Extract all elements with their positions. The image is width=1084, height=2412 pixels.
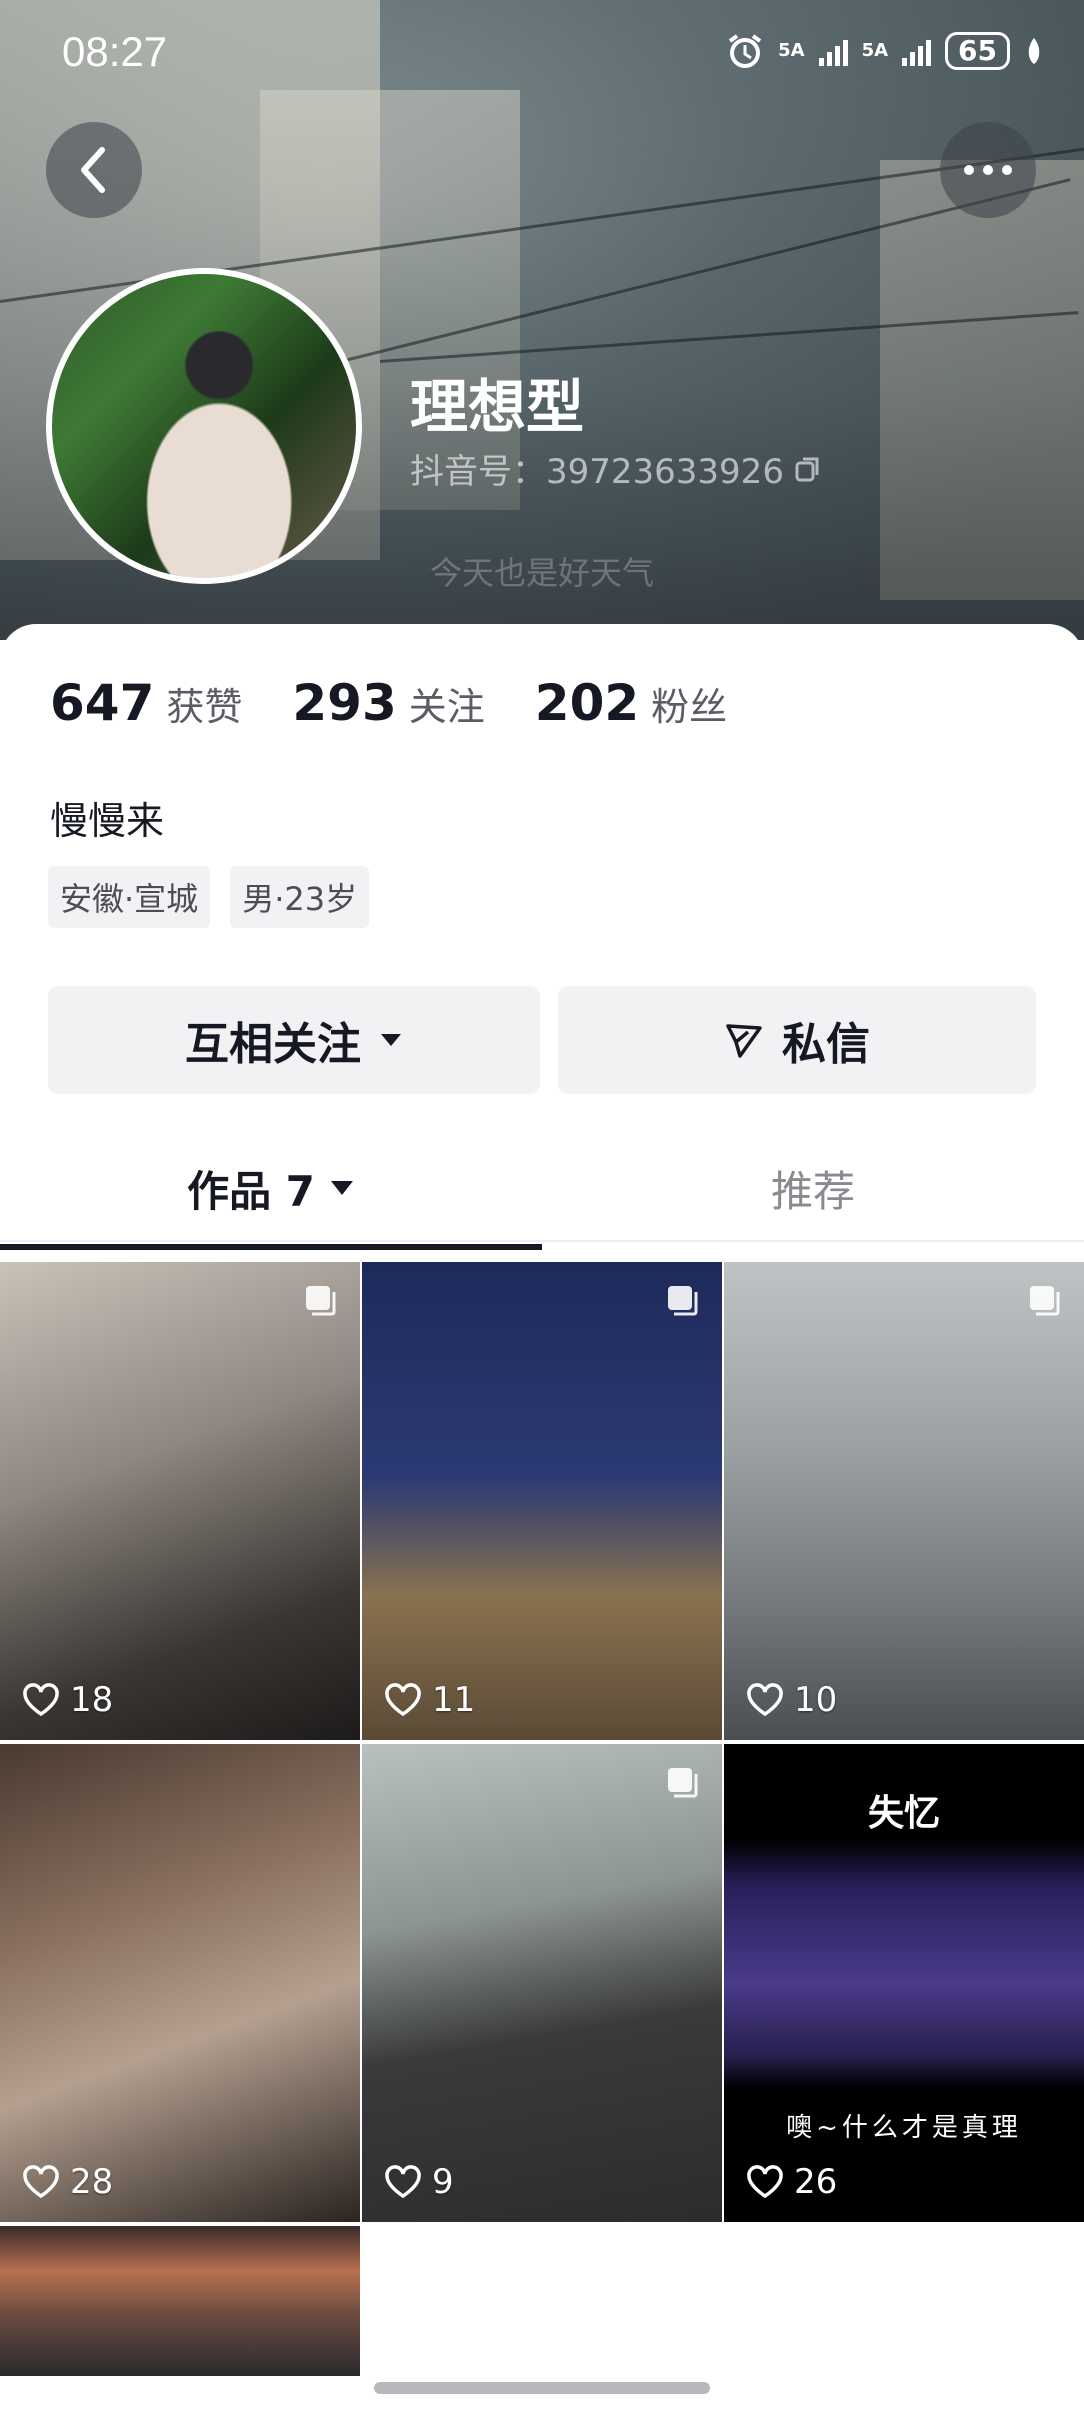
copy-icon[interactable] [794,455,822,483]
tab-works[interactable]: 作品 7 [0,1136,542,1240]
video-item[interactable]: 失忆 噢~什么才是真理 26 [724,1744,1084,2222]
multi-image-icon [1028,1284,1062,1318]
profile-tags: 安徽·宣城 男·23岁 [48,866,370,928]
send-icon [726,1024,762,1058]
like-count: 9 [384,2162,454,2202]
tab-recommend-label: 推荐 [770,1166,855,1216]
multi-image-icon [666,1284,700,1318]
stats-row: 647 获赞 293 关注 202 粉丝 [50,674,727,732]
leaf-icon [1028,38,1040,64]
heart-icon [23,1683,59,1717]
status-icons: 5A 5A 65 [726,32,1044,70]
action-buttons: 互相关注 私信 [48,986,1036,1094]
video-item[interactable] [0,2226,360,2376]
bio: 慢慢来 [50,799,165,843]
message-button-label: 私信 [782,1019,870,1070]
avatar[interactable] [46,268,362,584]
douyin-id-text: 抖音号：39723633926 [410,452,784,492]
profile-name: 理想型 [410,373,585,441]
battery-level: 65 [945,32,1010,70]
tab-recommend[interactable]: 推荐 [542,1136,1084,1240]
stat-likes[interactable]: 647 获赞 [50,674,242,732]
caret-down-icon [381,1034,401,1046]
status-time: 08:27 [62,28,168,75]
video-caption: 噢~什么才是真理 [786,2113,1022,2143]
stat-following[interactable]: 293 关注 [292,674,484,732]
alarm-icon [728,34,762,68]
status-bar: 08:27 5A 5A 65 [62,28,1044,84]
like-count: 10 [746,1680,837,1720]
video-title: 失忆 [867,1793,940,1834]
heart-icon [385,1683,421,1717]
profile-card: 647 获赞 293 关注 202 粉丝 慢慢来 安徽·宣城 男·23岁 互相关注 私… [0,624,1084,2412]
background-text: 今天也是好天气 [429,554,654,592]
content-tabs: 作品 7 推荐 [0,1136,1084,1242]
video-item[interactable]: 11 [362,1262,722,1740]
douyin-id[interactable]: 抖音号：39723633926 [410,444,822,493]
like-count: 26 [746,2162,837,2202]
like-count: 18 [22,1680,113,1720]
follow-button-label: 互相关注 [185,1019,361,1070]
signal-icon-2 [902,36,932,66]
gender-age-tag: 男·23岁 [230,866,370,928]
like-count: 11 [384,1680,475,1720]
home-indicator[interactable] [374,2382,710,2394]
multi-image-icon [304,1284,338,1318]
tab-indicator [0,1244,542,1250]
caret-down-icon [330,1181,353,1195]
heart-icon [385,2165,421,2199]
signal-icon [818,36,848,66]
more-button[interactable] [940,122,1036,218]
heart-icon [747,1683,783,1717]
back-button[interactable] [46,122,142,218]
heart-icon [23,2165,59,2199]
video-item[interactable]: 18 [0,1262,360,1740]
follow-button[interactable]: 互相关注 [48,986,540,1094]
like-count: 28 [22,2162,113,2202]
network-type-1: 5A [778,40,805,61]
video-item[interactable]: 10 [724,1262,1084,1740]
more-dots-icon [964,165,1012,175]
stat-followers[interactable]: 202 粉丝 [535,674,727,732]
location-tag: 安徽·宣城 [48,866,211,928]
message-button[interactable]: 私信 [558,986,1036,1094]
video-item[interactable]: 28 [0,1744,360,2222]
chevron-left-icon [81,147,105,193]
video-item[interactable]: 9 [362,1744,722,2222]
multi-image-icon [666,1766,700,1800]
network-type-2: 5A [861,40,889,61]
tab-works-label: 作品 7 [187,1166,315,1216]
heart-icon [747,2165,783,2199]
